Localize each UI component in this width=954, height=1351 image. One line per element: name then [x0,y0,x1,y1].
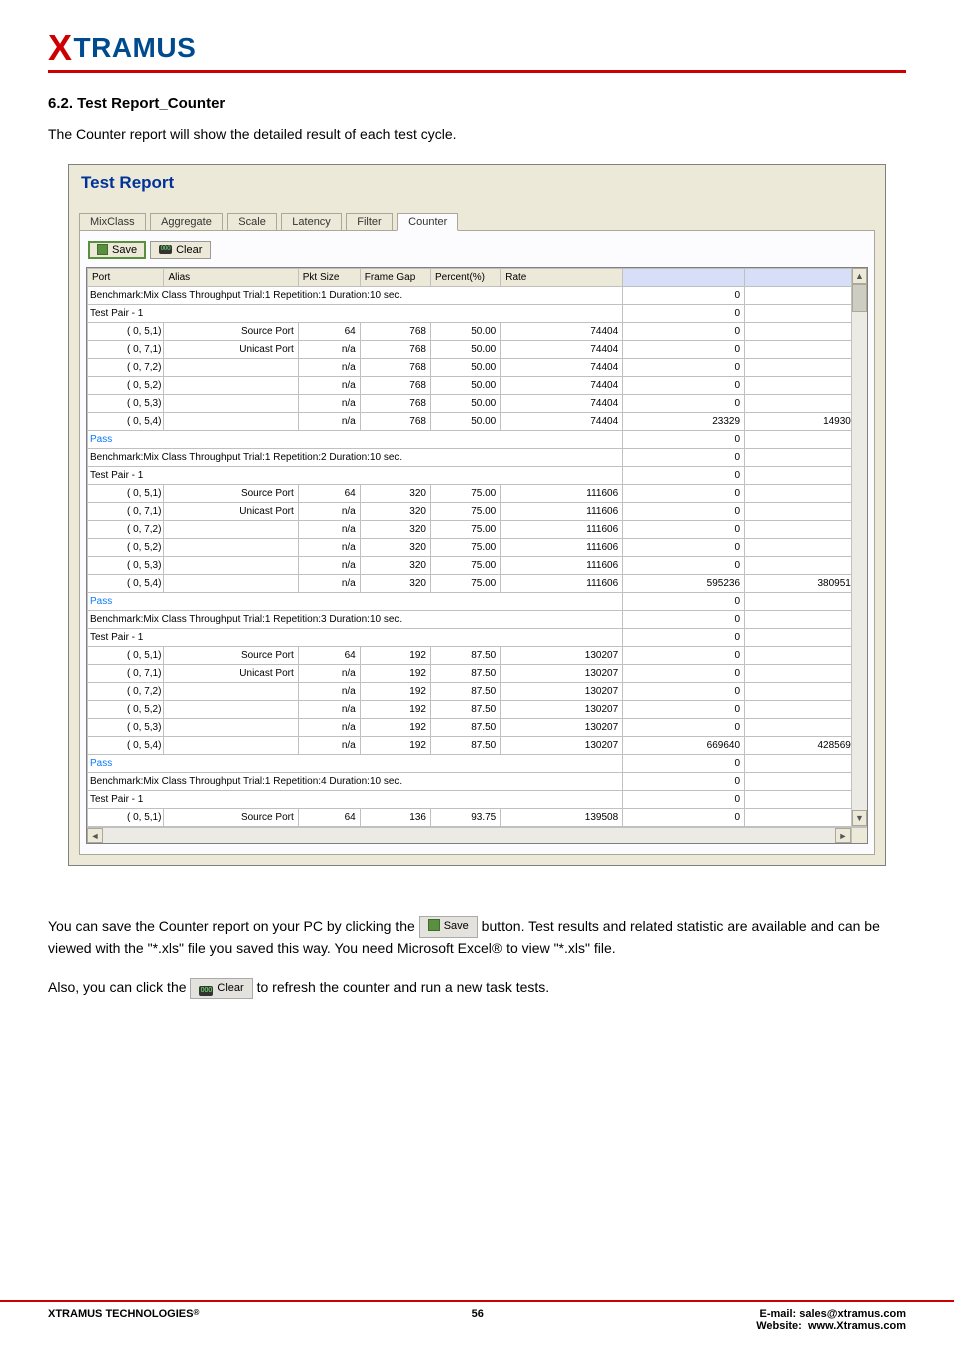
divider [48,70,906,73]
table-row: ( 0, 7,2)n/a32075.0011160600 [88,520,867,538]
table-row: ( 0, 7,2)n/a76850.007440400 [88,358,867,376]
grid-table: Port Alias Pkt Size Frame Gap Percent(%)… [87,268,867,827]
header-framegap[interactable]: Frame Gap [360,268,430,286]
vertical-scrollbar[interactable]: ▲ ▼ [851,268,867,826]
inline-save-button: Save [419,916,478,937]
table-row: ( 0, 5,3)n/a32075.0011160600 [88,556,867,574]
testpair-row: Test Pair - 100 [88,790,867,808]
tab-latency[interactable]: Latency [281,213,342,230]
toolbar: Save 000 Clear [86,241,868,259]
benchmark-row: Benchmark:Mix Class Throughput Trial:1 R… [88,448,867,466]
testpair-row: Test Pair - 100 [88,466,867,484]
save-note: You can save the Counter report on your … [48,916,906,960]
horizontal-scrollbar[interactable]: ◄ ► [87,827,867,843]
test-report-panel: Test Report MixClass Aggregate Scale Lat… [68,164,886,866]
testpair-row: Test Pair - 100 [88,628,867,646]
logo-x-icon: X [48,30,73,66]
save-button[interactable]: Save [88,241,146,259]
clear-note: Also, you can click the 000Clear to refr… [48,977,906,999]
header-row: Port Alias Pkt Size Frame Gap Percent(%)… [88,268,867,286]
save-icon [428,919,440,931]
testpair-row: Test Pair - 100 [88,304,867,322]
clear-icon: 000 [199,986,213,996]
tab-bar: MixClass Aggregate Scale Latency Filter … [69,211,885,230]
scroll-right-icon[interactable]: ► [835,828,851,843]
section-title: 6.2. Test Report_Counter [48,95,906,112]
clear-label: Clear [176,244,202,256]
result-row: Pass00 [88,754,867,772]
header-col7[interactable] [623,268,745,286]
clear-icon: 000 [159,245,172,254]
table-row: ( 0, 5,3)n/a19287.5013020700 [88,718,867,736]
tab-scale[interactable]: Scale [227,213,277,230]
save-icon [97,244,108,255]
header-port[interactable]: Port [88,268,164,286]
footer-right: E-mail: sales@xtramus.com Website: www.X… [756,1308,906,1332]
table-row: ( 0, 5,2)n/a76850.007440400 [88,376,867,394]
table-row: ( 0, 7,1)Unicast Portn/a32075.0011160600 [88,502,867,520]
footer-left: XTRAMUS TECHNOLOGIES® [48,1308,199,1332]
clear-button[interactable]: 000 Clear [150,241,211,259]
header-col8[interactable] [745,268,867,286]
table-row: ( 0, 5,1)Source Port6476850.007440400 [88,322,867,340]
footer: XTRAMUS TECHNOLOGIES® 56 E-mail: sales@x… [0,1300,954,1350]
header-rate[interactable]: Rate [501,268,623,286]
footer-page: 56 [472,1308,484,1332]
tab-panel: Save 000 Clear Port Alias Pkt Size Frame … [79,230,875,855]
benchmark-row: Benchmark:Mix Class Throughput Trial:1 R… [88,610,867,628]
intro-text: The Counter report will show the detaile… [48,124,906,146]
tab-mixclass[interactable]: MixClass [79,213,146,230]
scroll-thumb[interactable] [852,284,867,312]
benchmark-row: Benchmark:Mix Class Throughput Trial:1 R… [88,286,867,304]
scroll-down-icon[interactable]: ▼ [852,810,867,826]
result-grid: Port Alias Pkt Size Frame Gap Percent(%)… [86,267,868,844]
header-percent[interactable]: Percent(%) [430,268,500,286]
tab-counter[interactable]: Counter [397,213,458,231]
save-label: Save [112,244,137,256]
logo: XTRAMUS [48,30,906,66]
table-row: ( 0, 5,4)n/a32075.0011160659523638095104 [88,574,867,592]
table-row: ( 0, 7,2)n/a19287.5013020700 [88,682,867,700]
result-row: Pass00 [88,592,867,610]
result-row: Pass00 [88,430,867,448]
header-alias[interactable]: Alias [164,268,298,286]
table-row: ( 0, 5,2)n/a32075.0011160600 [88,538,867,556]
report-title: Test Report [69,165,885,211]
scroll-corner [851,828,867,843]
table-row: ( 0, 5,4)n/a19287.5013020766964042856960 [88,736,867,754]
table-row: ( 0, 5,1)Source Port6413693.7513950800 [88,808,867,826]
table-row: ( 0, 7,1)Unicast Portn/a76850.007440400 [88,340,867,358]
table-row: ( 0, 5,1)Source Port6419287.5013020700 [88,646,867,664]
scroll-left-icon[interactable]: ◄ [87,828,103,843]
scroll-up-icon[interactable]: ▲ [852,268,867,284]
header-pktsize[interactable]: Pkt Size [298,268,360,286]
table-row: ( 0, 5,3)n/a76850.007440400 [88,394,867,412]
inline-clear-button: 000Clear [190,978,252,999]
logo-text: TRAMUS [74,32,197,64]
table-row: ( 0, 5,1)Source Port6432075.0011160600 [88,484,867,502]
table-row: ( 0, 5,4)n/a76850.0074404233291493056 [88,412,867,430]
tab-filter[interactable]: Filter [346,213,392,230]
tab-aggregate[interactable]: Aggregate [150,213,223,230]
table-row: ( 0, 5,2)n/a19287.5013020700 [88,700,867,718]
table-row: ( 0, 7,1)Unicast Portn/a19287.5013020700 [88,664,867,682]
benchmark-row: Benchmark:Mix Class Throughput Trial:1 R… [88,772,867,790]
